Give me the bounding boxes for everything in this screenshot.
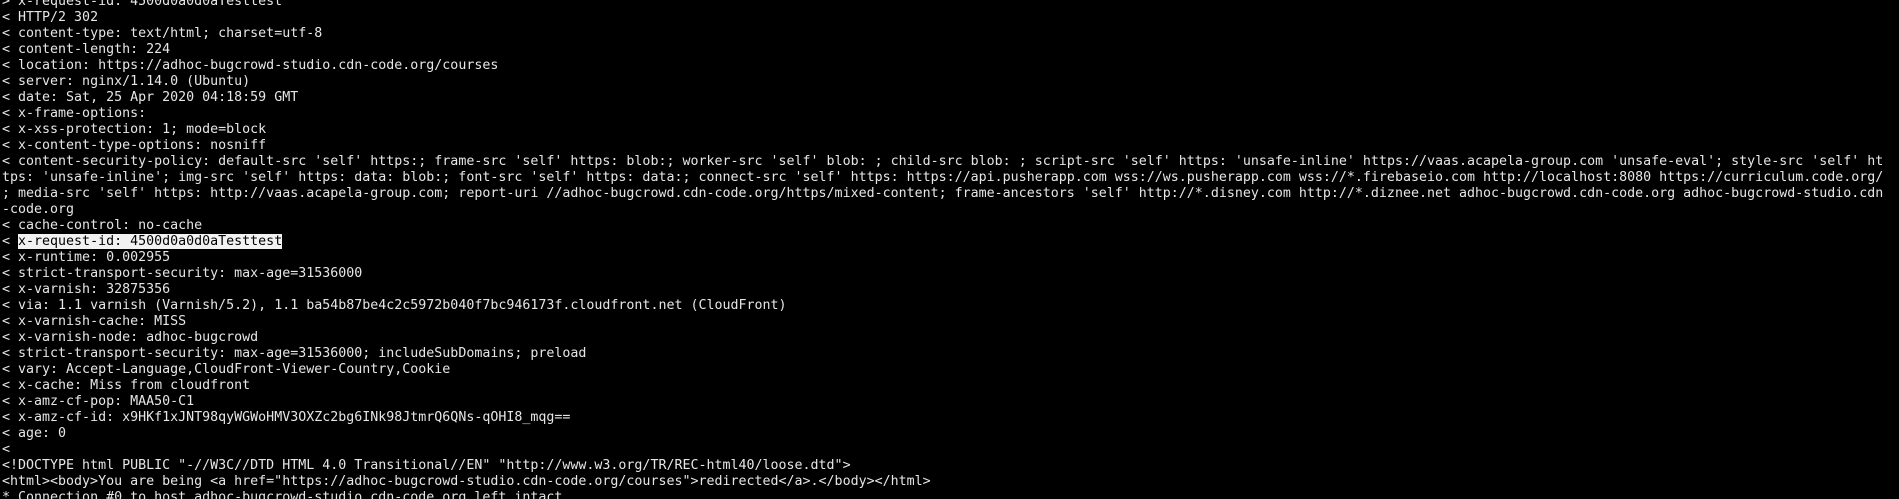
line-text: tps: 'unsafe-inline'; img-src 'self' htt… (2, 170, 1884, 185)
line-text: <!DOCTYPE html PUBLIC "-//W3C//DTD HTML … (2, 458, 851, 473)
line-text: location: https://adhoc-bugcrowd-studio.… (18, 58, 499, 73)
line-prefix: < (2, 330, 19, 345)
terminal-line: < content-length: 224 (2, 42, 1883, 58)
terminal-line: < x-runtime: 0.002955 (2, 250, 1883, 266)
terminal-line: < x-xss-protection: 1; mode=block (2, 122, 1883, 138)
line-prefix: < (2, 394, 19, 409)
terminal-line: < x-amz-cf-id: x9HKf1xJNT98qyWGWoHMV3OXZ… (2, 410, 1883, 426)
line-text: strict-transport-security: max-age=31536… (18, 346, 587, 361)
line-text: x-varnish-node: adhoc-bugcrowd (18, 330, 259, 345)
terminal-line: < x-content-type-options: nosniff (2, 138, 1883, 154)
terminal-output[interactable]: > x-request-id: 4500d0a0d0aTesttest < HT… (2, 0, 1883, 499)
line-text: ; media-src 'self' https: http://vaas.ac… (2, 186, 1884, 201)
line-prefix: < (2, 426, 19, 441)
line-text: x-varnish-cache: MISS (18, 314, 187, 329)
line-prefix: < (2, 298, 19, 313)
line-prefix: < (2, 74, 19, 89)
terminal-line: <html><body>You are being <a href="https… (2, 474, 1883, 490)
line-text: x-content-type-options: nosniff (18, 138, 267, 153)
line-text: content-security-policy: default-src 'se… (18, 154, 1884, 169)
terminal-line: < x-varnish: 32875356 (2, 282, 1883, 298)
line-text: Connection #0 to host adhoc-bugcrowd-stu… (18, 490, 563, 499)
line-prefix: < (2, 410, 19, 425)
line-prefix: < (2, 250, 19, 265)
partial-top-line: > x-request-id: 4500d0a0d0aTesttest (2, 0, 283, 9)
line-text: x-cache: Miss from cloudfront (18, 378, 251, 393)
line-prefix: < (2, 122, 19, 137)
line-prefix: < (2, 378, 19, 393)
terminal-line: < (2, 442, 1883, 458)
terminal-line: < server: nginx/1.14.0 (Ubuntu) (2, 74, 1883, 90)
line-text: x-varnish: 32875356 (18, 282, 171, 297)
terminal-line: < x-frame-options: (2, 106, 1883, 122)
line-prefix: < (2, 10, 19, 25)
terminal-line: < x-cache: Miss from cloudfront (2, 378, 1883, 394)
line-text: x-frame-options: (18, 106, 147, 121)
terminal-line: ; media-src 'self' https: http://vaas.ac… (2, 186, 1883, 202)
terminal-line: < HTTP/2 302 (2, 10, 1883, 26)
line-text: vary: Accept-Language,CloudFront-Viewer-… (18, 362, 451, 377)
line-text: age: 0 (18, 426, 67, 441)
line-prefix: < (2, 58, 19, 73)
line-prefix: < (2, 266, 19, 281)
line-text: x-runtime: 0.002955 (18, 250, 171, 265)
terminal-line: <!DOCTYPE html PUBLIC "-//W3C//DTD HTML … (2, 458, 1883, 474)
terminal-line: * Connection #0 to host adhoc-bugcrowd-s… (2, 490, 1883, 499)
line-text: strict-transport-security: max-age=31536… (18, 266, 363, 281)
line-text: HTTP/2 302 (18, 10, 99, 25)
terminal-line: -code.org (2, 202, 1883, 218)
terminal-line: < cache-control: no-cache (2, 218, 1883, 234)
terminal-line: < x-varnish-cache: MISS (2, 314, 1883, 330)
terminal-line: < age: 0 (2, 426, 1883, 442)
line-prefix: < (2, 90, 19, 105)
terminal-line: < x-varnish-node: adhoc-bugcrowd (2, 330, 1883, 346)
line-text: x-amz-cf-pop: MAA50-C1 (18, 394, 195, 409)
line-prefix: < (2, 218, 19, 233)
terminal-line: < date: Sat, 25 Apr 2020 04:18:59 GMT (2, 90, 1883, 106)
line-text: x-xss-protection: 1; mode=block (18, 122, 267, 137)
line-text: -code.org (2, 202, 75, 217)
line-text: server: nginx/1.14.0 (Ubuntu) (18, 74, 251, 89)
terminal-line: tps: 'unsafe-inline'; img-src 'self' htt… (2, 170, 1883, 186)
line-text: x-amz-cf-id: x9HKf1xJNT98qyWGWoHMV3OXZc2… (18, 410, 571, 425)
terminal-line: < via: 1.1 varnish (Varnish/5.2), 1.1 ba… (2, 298, 1883, 314)
terminal-line: < vary: Accept-Language,CloudFront-Viewe… (2, 362, 1883, 378)
line-prefix: < (2, 154, 19, 169)
text-selection[interactable]: x-request-id: 4500d0a0d0aTesttest (18, 234, 283, 249)
line-prefix: < (2, 138, 19, 153)
terminal-window[interactable]: > x-request-id: 4500d0a0d0aTesttest < HT… (0, 0, 1899, 499)
terminal-line-selected[interactable]: < x-request-id: 4500d0a0d0aTesttest (2, 234, 1883, 250)
line-prefix: < (2, 42, 19, 57)
line-text: <html><body>You are being <a href="https… (2, 474, 931, 489)
line-prefix: < (2, 346, 19, 361)
line-text: content-type: text/html; charset=utf-8 (18, 26, 323, 41)
line-prefix: < (2, 26, 19, 41)
line-text: content-length: 224 (18, 42, 171, 57)
line-text: date: Sat, 25 Apr 2020 04:18:59 GMT (18, 90, 299, 105)
terminal-line: < strict-transport-security: max-age=315… (2, 266, 1883, 282)
line-prefix: < (2, 362, 19, 377)
line-text: via: 1.1 varnish (Varnish/5.2), 1.1 ba54… (18, 298, 787, 313)
terminal-line: < location: https://adhoc-bugcrowd-studi… (2, 58, 1883, 74)
line-prefix: < (2, 234, 19, 249)
terminal-line: < strict-transport-security: max-age=315… (2, 346, 1883, 362)
line-prefix: < (2, 282, 19, 297)
line-prefix: < (2, 106, 19, 121)
terminal-line: < x-amz-cf-pop: MAA50-C1 (2, 394, 1883, 410)
line-prefix: < (2, 314, 19, 329)
line-text: cache-control: no-cache (18, 218, 203, 233)
line-prefix: * (2, 490, 19, 499)
line-prefix: < (2, 442, 11, 457)
terminal-line: < content-type: text/html; charset=utf-8 (2, 26, 1883, 42)
terminal-line: < content-security-policy: default-src '… (2, 154, 1883, 170)
